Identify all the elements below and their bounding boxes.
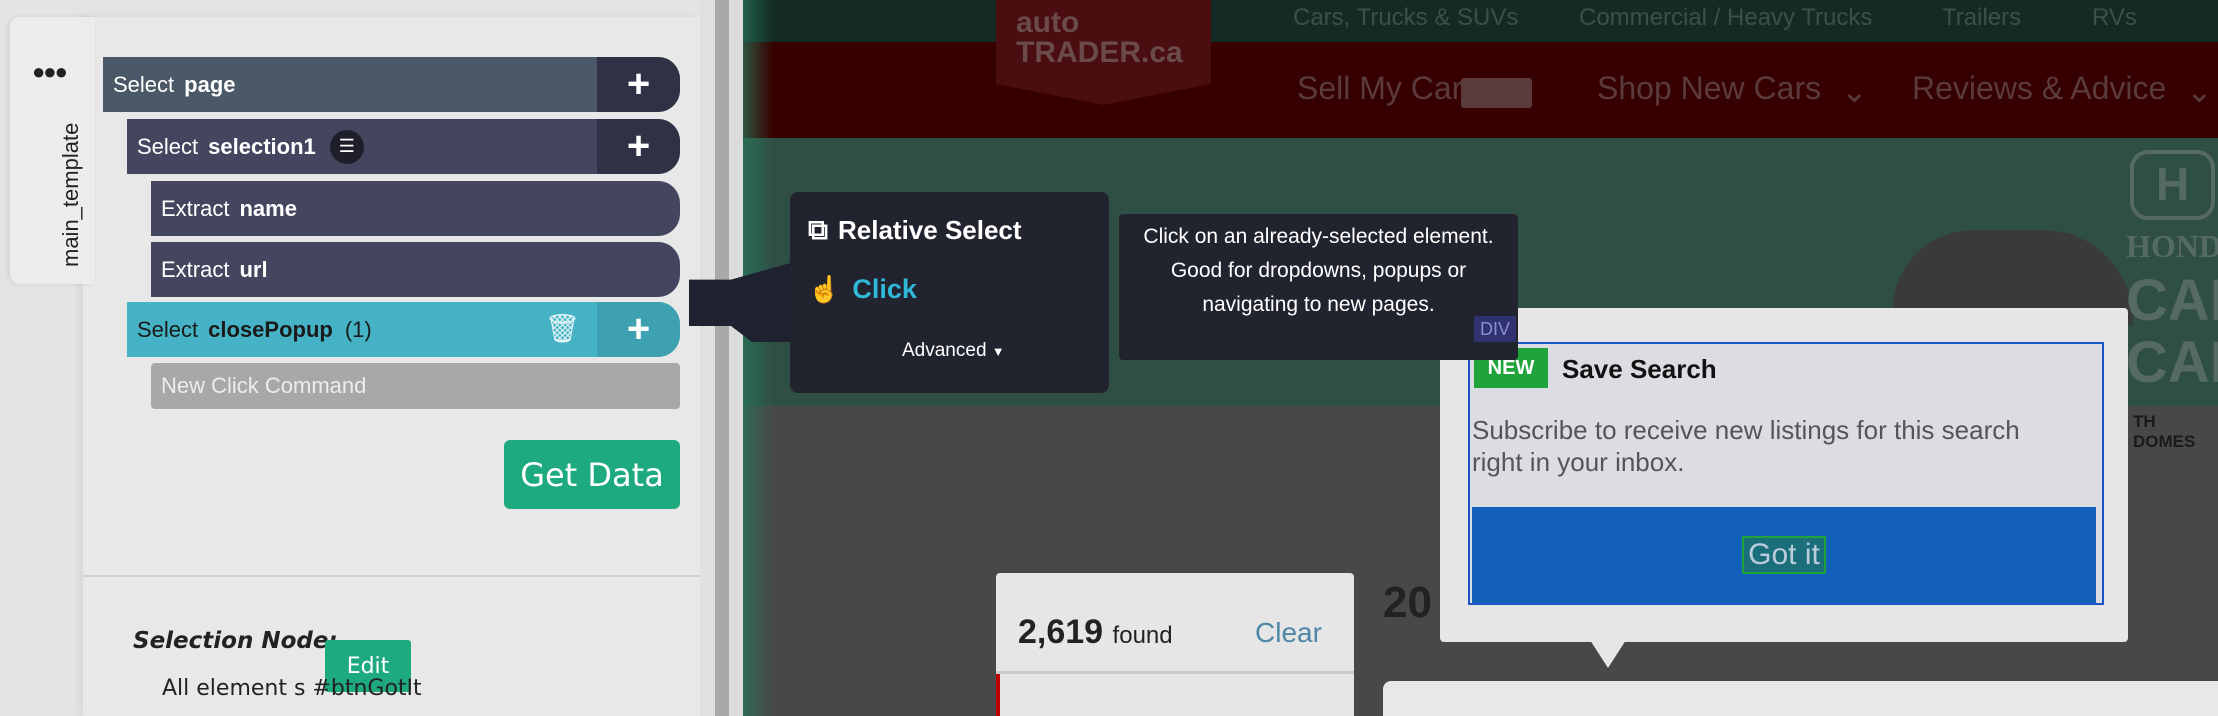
list-icon[interactable]: ☰ <box>329 129 364 164</box>
logo-text: auto <box>1016 6 1080 39</box>
listing-heading: 20 <box>1383 578 1432 627</box>
ad-subtext: TH DOMES <box>2133 412 2196 451</box>
add-command-button[interactable]: + <box>597 119 680 174</box>
command-name: url <box>239 256 268 282</box>
command-verb: Select <box>137 133 199 159</box>
command-name: selection1 <box>208 133 316 159</box>
accent-bar <box>996 674 1000 716</box>
nav-link[interactable]: RVs <box>2092 4 2137 32</box>
add-command-button[interactable]: + <box>597 302 680 357</box>
click-option[interactable]: ☝ Click <box>808 274 917 305</box>
free-badge: FREE <box>1461 78 1532 108</box>
more-dots-icon[interactable]: ●●● <box>32 61 68 83</box>
command-name: page <box>184 71 236 97</box>
trash-icon[interactable]: 🗑 <box>544 312 580 345</box>
nav-link[interactable]: Commercial / Heavy Trucks <box>1579 4 1872 32</box>
command-extract-url[interactable]: Extract url <box>151 242 680 297</box>
results-count: 2,619 <box>1018 613 1104 651</box>
scraper-sidebar: ●●● main_template Select page + Select sel… <box>0 0 700 716</box>
new-click-command[interactable]: New Click Command <box>151 363 680 409</box>
get-data-button[interactable]: Get Data <box>504 440 680 509</box>
advanced-label: Advanced <box>902 340 987 361</box>
clear-link[interactable]: Clear <box>1255 617 1322 649</box>
popup-body: Subscribe to receive new listings for th… <box>1472 415 2020 477</box>
relative-select-icon: ⧉ <box>808 214 828 245</box>
command-select-page[interactable]: Select page + <box>103 57 680 112</box>
command-verb: Select <box>113 71 175 97</box>
command-name: closePopup <box>208 316 333 342</box>
ad-headline: CAN CAN <box>2126 268 2218 395</box>
autotrader-logo[interactable]: auto TRADER.ca <box>996 0 1211 105</box>
splitter[interactable] <box>700 0 715 716</box>
got-it-label: Got it <box>1742 536 1826 574</box>
selection-node-value: All element s #btnGotIt <box>162 676 422 701</box>
popup-title: Save Search <box>1562 354 1717 384</box>
nav-link[interactable]: Cars, Trucks & SUVs <box>1293 4 1518 32</box>
element-type-label: DIV <box>1474 316 1516 342</box>
option-label: Click <box>852 274 917 304</box>
caret-down-icon: ▼ <box>991 344 1005 359</box>
relative-select-option[interactable]: ⧉ Relative Select <box>808 214 1022 247</box>
chevron-down-icon: ⌄ <box>1841 73 1868 109</box>
divider <box>996 671 1354 674</box>
honda-logo-icon: H <box>2130 150 2215 220</box>
nav-link[interactable]: Trailers <box>1942 4 2021 32</box>
chevron-down-icon: ⌄ <box>2186 73 2213 109</box>
option-label: Relative Select <box>838 215 1022 245</box>
top-nav: Cars, Trucks & SUVs Commercial / Heavy T… <box>743 0 2218 42</box>
command-verb: Extract <box>161 256 230 282</box>
template-tab-label: main_template <box>58 122 83 267</box>
match-count: (1) <box>344 316 372 342</box>
plus-icon: + <box>626 62 651 106</box>
advanced-toggle[interactable]: Advanced ▼ <box>902 340 1005 362</box>
command-type-menu: ⧉ Relative Select ☝ Click Advanced ▼ <box>790 192 1109 393</box>
popup-pointer <box>1590 640 1626 668</box>
results-card: 2,619 found Clear <box>996 573 1354 716</box>
template-tab[interactable]: ●●● main_template <box>10 17 95 284</box>
command-extract-name[interactable]: Extract name <box>151 181 680 236</box>
sell-my-car-link[interactable]: Sell My Car <box>1297 70 1462 107</box>
logo-text: TRADER.ca <box>1016 36 1183 69</box>
reviews-advice-link[interactable]: Reviews & Advice <box>1912 70 2166 107</box>
plus-icon: + <box>626 307 651 351</box>
command-verb: Extract <box>161 195 230 221</box>
command-select-selection1[interactable]: Select selection1 ☰ + <box>127 119 680 174</box>
edge-shadow <box>743 0 773 716</box>
results-found: found <box>1112 622 1173 649</box>
shop-new-cars-link[interactable]: Shop New Cars <box>1597 70 1821 107</box>
splitter-handle[interactable] <box>715 0 729 716</box>
splitter[interactable] <box>729 0 743 716</box>
selection-node-label: Selection Node: <box>133 628 338 654</box>
pointer-hand-icon: ☝ <box>808 274 841 304</box>
divider <box>83 575 700 577</box>
got-it-button[interactable]: Got it <box>1472 507 2096 603</box>
command-verb: Select <box>137 316 199 342</box>
new-command-label: New Click Command <box>161 373 367 398</box>
command-name: name <box>239 195 297 221</box>
plus-icon: + <box>626 124 651 168</box>
add-command-button[interactable]: + <box>597 57 680 112</box>
click-tooltip: Click on an already-selected element. Go… <box>1119 214 1518 360</box>
ad-brand: HONDA <box>2126 228 2218 264</box>
listing-card[interactable] <box>1383 681 2218 716</box>
main-nav: Sell My Car FREE Shop New Cars ⌄ Reviews… <box>743 42 2218 138</box>
command-select-closepopup[interactable]: Select closePopup (1) 🗑 + <box>127 302 680 357</box>
highlighted-element[interactable]: NEW Save Search Subscribe to receive new… <box>1468 342 2104 605</box>
